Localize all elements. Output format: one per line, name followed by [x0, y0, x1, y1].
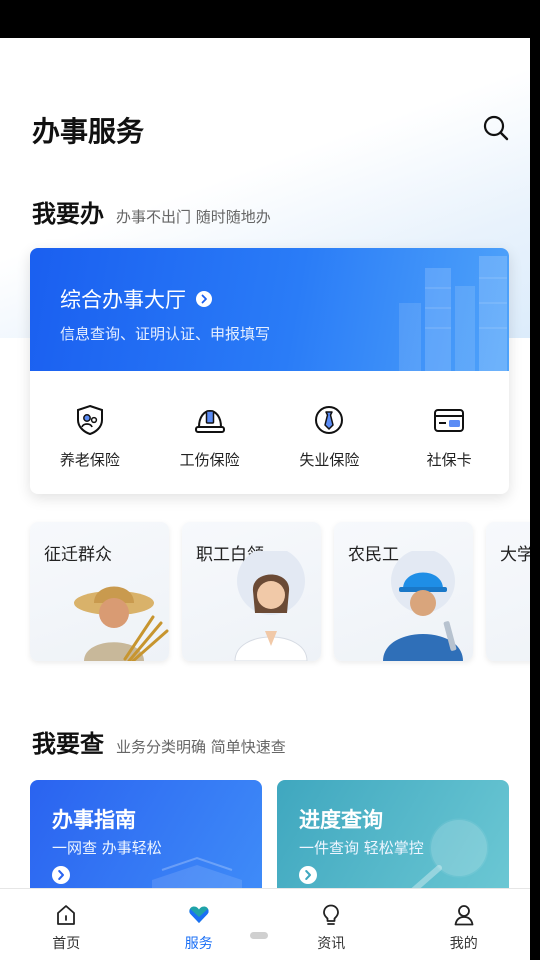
nav-item-service[interactable]: 服务: [133, 889, 266, 960]
nav-item-mine[interactable]: 我的: [398, 889, 531, 960]
hard-hat-icon: [194, 409, 225, 433]
pension-shield-icon: [76, 404, 103, 436]
quick-item-injury[interactable]: 工伤保险: [150, 371, 270, 494]
nav-label-service: 服务: [184, 936, 213, 952]
service-hall-title-text: 综合办事大厅: [60, 288, 186, 312]
nav-label-home: 首页: [52, 936, 81, 952]
service-hall-title: 综合办事大厅: [60, 284, 212, 314]
section-query-subtitle: 业务分类明确 简单快速查: [116, 738, 286, 756]
app-screen: 0.0K/s ✱ ⊘ ◷ .ıll .ıll 4G 24 办事服务 我要办 办事…: [0, 0, 530, 960]
section-handle-header: 我要办 办事不出门 随时随地办: [32, 194, 271, 229]
guide-card-subtitle: 一网查 办事轻松: [52, 839, 162, 857]
search-icon[interactable]: [482, 114, 510, 142]
section-handle-subtitle: 办事不出门 随时随地办: [116, 208, 271, 226]
quick-item-pension[interactable]: 养老保险: [30, 371, 150, 494]
page-title: 办事服务: [32, 115, 145, 148]
service-hall-subtitle: 信息查询、证明认证、申报填写: [60, 325, 271, 343]
insurance-quick-links: 养老保险 工伤保险 失业保险 社保卡: [30, 371, 509, 494]
people-card-migrant-worker[interactable]: 农民工: [334, 522, 473, 661]
status-indicators: 0.0K/s ✱ ⊘ ◷ .ıll .ıll 4G: [331, 44, 486, 59]
chevron-right-circle-icon: [52, 866, 70, 884]
quick-label-injury: 工伤保险: [179, 451, 240, 469]
right-edge-area: [530, 0, 540, 960]
farmer-illustration: [74, 586, 169, 661]
nav-item-home[interactable]: 首页: [0, 889, 133, 960]
quick-item-unemployment[interactable]: 失业保险: [270, 371, 390, 494]
guide-card-handbook[interactable]: 办事指南 一网查 办事轻松: [30, 780, 262, 900]
nav-label-news: 资讯: [317, 936, 346, 952]
status-bar: 0.0K/s ✱ ⊘ ◷ .ıll .ıll 4G 24: [0, 38, 530, 68]
guide-card-subtitle: 一件查询 轻松掌控: [299, 839, 424, 857]
worker-illustration: [383, 551, 463, 661]
quick-label-ss-card: 社保卡: [426, 451, 472, 469]
home-indicator: [250, 932, 268, 939]
top-notch-area: [0, 0, 540, 38]
social-security-card-icon: [434, 409, 465, 432]
section-query-header: 我要查 业务分类明确 简单快速查: [32, 724, 286, 759]
heart-icon: [189, 906, 209, 923]
chevron-right-circle-icon: [196, 291, 212, 307]
home-icon: [57, 905, 76, 925]
section-handle-title: 我要办: [32, 200, 104, 228]
nav-item-news[interactable]: 资讯: [265, 889, 398, 960]
guide-card-title: 办事指南: [52, 808, 136, 832]
bottom-nav-bar: 首页 服务 资讯 我的: [0, 888, 530, 960]
guide-card-progress[interactable]: 进度查询 一件查询 轻松掌控: [277, 780, 509, 900]
office-worker-illustration: [234, 551, 308, 661]
chevron-right-circle-icon: [299, 866, 317, 884]
section-query-title: 我要查: [32, 730, 104, 758]
guide-card-title: 进度查询: [299, 808, 383, 832]
battery-icon: 24: [494, 46, 522, 59]
quick-label-pension: 养老保险: [59, 451, 120, 469]
service-hall-card: 综合办事大厅 信息查询、证明认证、申报填写 养老保险 工伤保险 失业保险 社保卡: [30, 248, 509, 494]
people-category-carousel[interactable]: 征迁群众 职工白领 农民工 大学: [30, 522, 530, 662]
quick-item-ss-card[interactable]: 社保卡: [389, 371, 509, 494]
people-card-relocated[interactable]: 征迁群众: [30, 522, 169, 661]
user-icon: [454, 905, 474, 926]
people-card-label: 大学: [500, 545, 530, 565]
lightbulb-icon: [323, 904, 340, 925]
nav-label-mine: 我的: [449, 936, 478, 952]
people-card-white-collar[interactable]: 职工白领: [182, 522, 321, 661]
people-card-student[interactable]: 大学: [486, 522, 530, 661]
buildings-illustration: [399, 256, 507, 371]
tie-badge-icon: [315, 406, 344, 434]
service-hall-banner[interactable]: 综合办事大厅 信息查询、证明认证、申报填写: [30, 248, 509, 371]
quick-label-unemployment: 失业保险: [299, 451, 360, 469]
